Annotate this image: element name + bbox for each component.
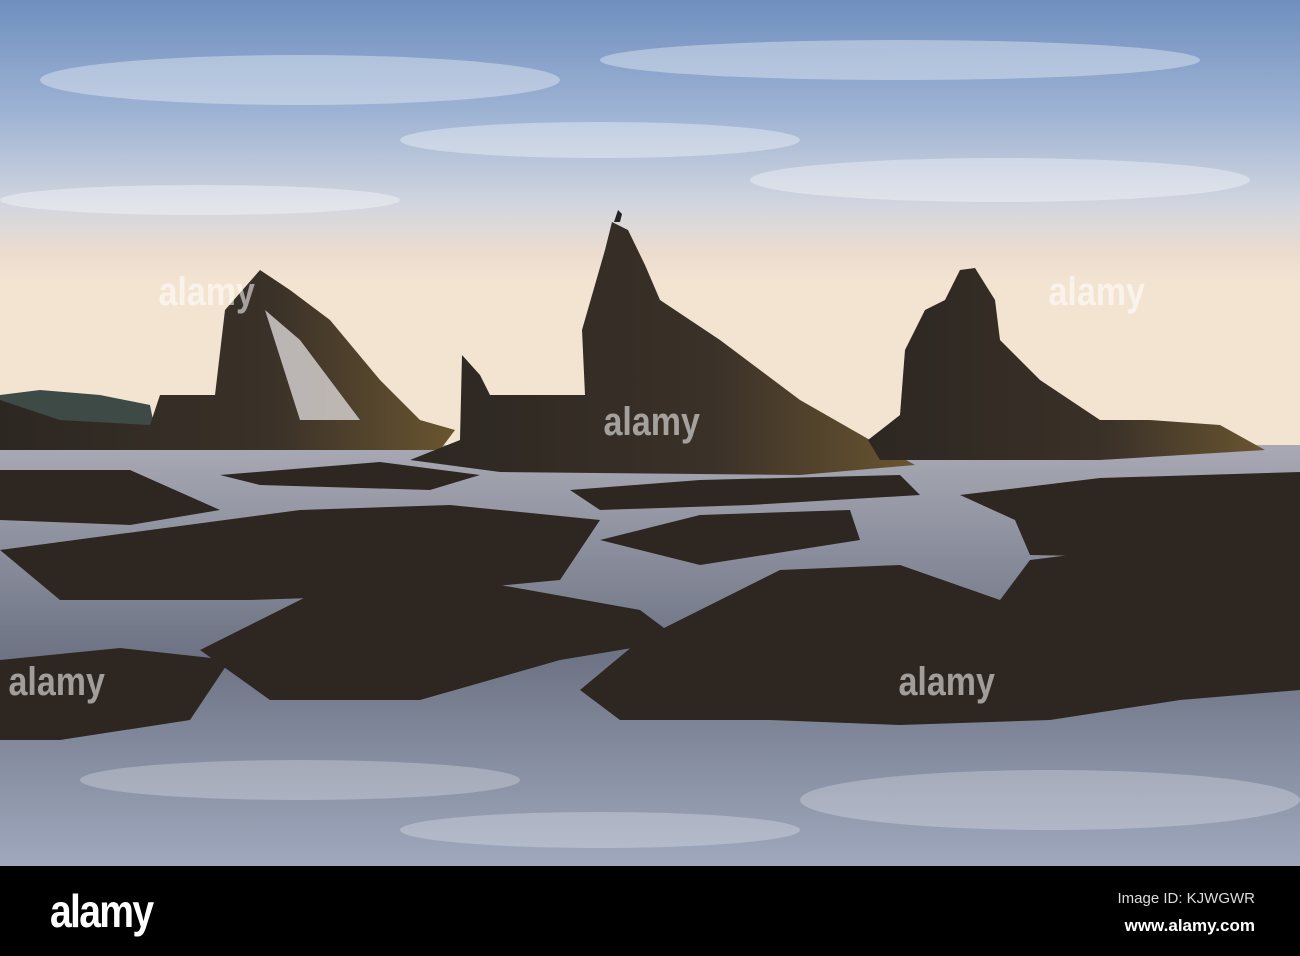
watermark: alamy xyxy=(8,660,105,704)
watermark: alamy xyxy=(898,660,995,704)
watermark: alamy xyxy=(1048,270,1145,314)
site-url: www.alamy.com xyxy=(1124,916,1255,935)
watermark: alamy xyxy=(158,270,255,314)
footer-bar: alamy Image ID: KJWGWR www.alamy.com xyxy=(0,866,1300,956)
watermark: alamy xyxy=(603,400,700,444)
alamy-logo: alamy xyxy=(50,885,154,937)
image-id: Image ID: KJWGWR xyxy=(1117,890,1255,907)
